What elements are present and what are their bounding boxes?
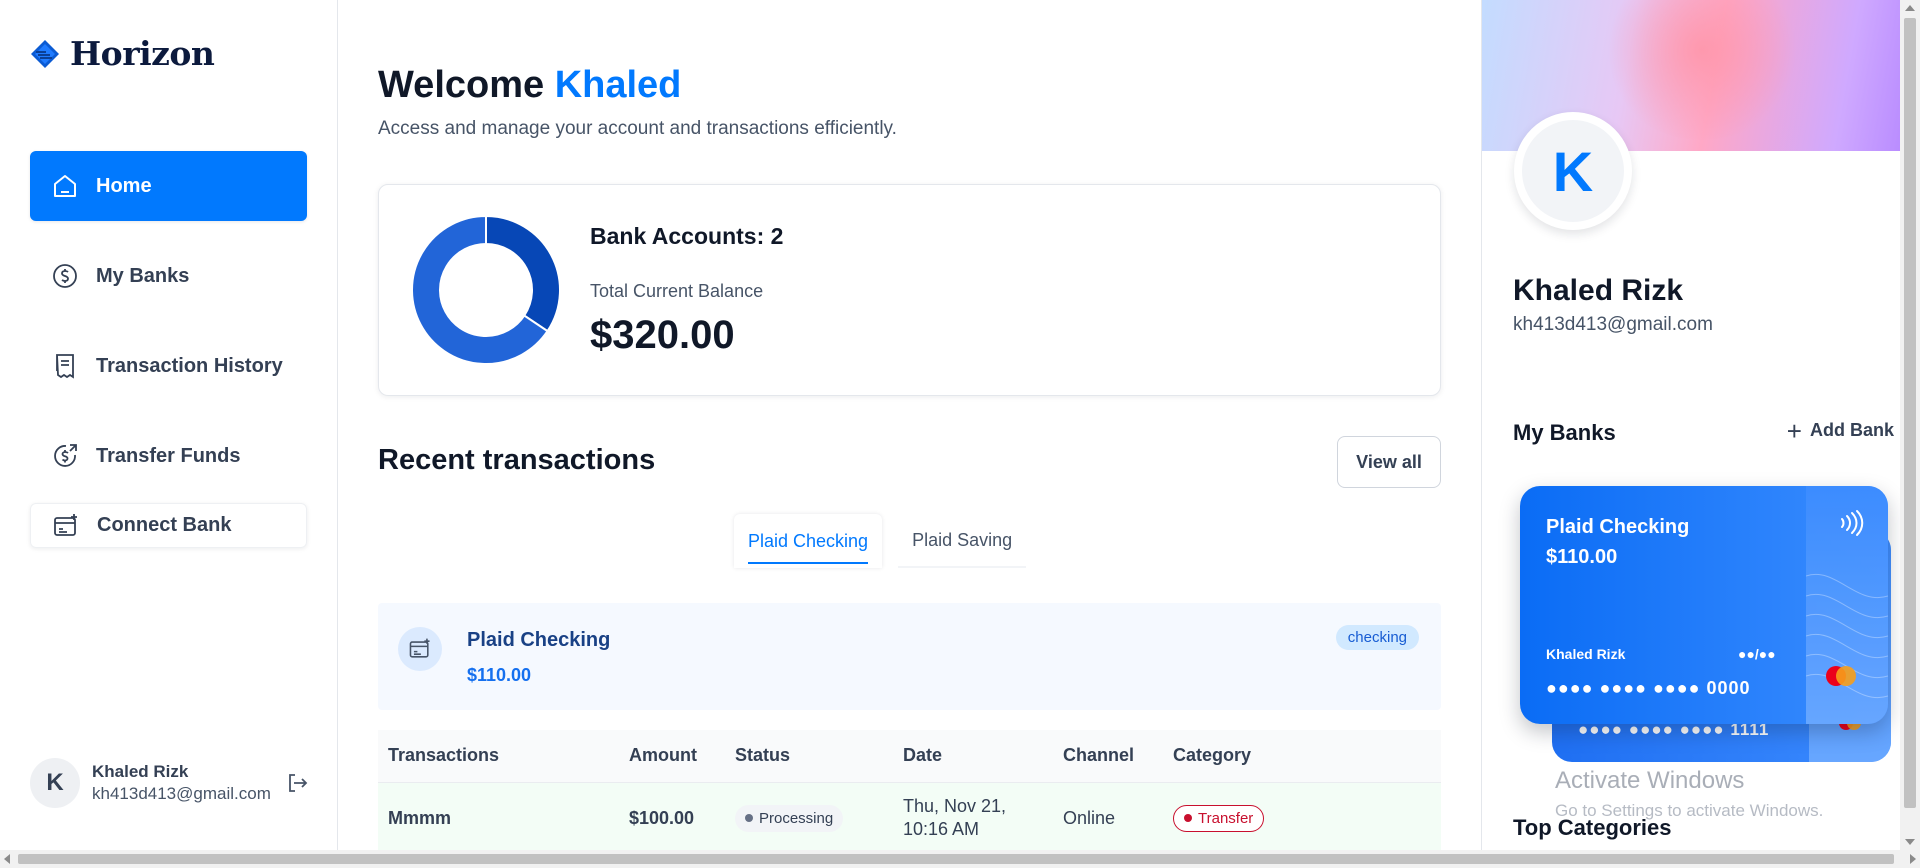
- banner-glow: [1602, 0, 1802, 140]
- tab-plaid-saving[interactable]: Plaid Saving: [898, 514, 1027, 568]
- logo[interactable]: Horizon: [30, 34, 215, 73]
- profile-email: kh413d413@gmail.com: [1513, 314, 1713, 335]
- home-icon: [54, 175, 76, 197]
- card-expiry: ●●/●●: [1738, 646, 1776, 662]
- donut-slice: [485, 215, 561, 333]
- horizon-logo-icon: [31, 39, 59, 68]
- card-number: ●●●● ●●●● ●●●● 0000: [1546, 678, 1751, 698]
- account-balance: $110.00: [467, 665, 532, 685]
- welcome-user-name: Khaled: [554, 64, 682, 106]
- user-name: Khaled Rizk: [92, 762, 189, 781]
- scrollbar-thumb[interactable]: [1904, 18, 1916, 808]
- my-banks-title: My Banks: [1513, 420, 1616, 445]
- column-header: Category: [1163, 730, 1441, 783]
- transaction-status-cell: Processing: [725, 782, 893, 855]
- transaction-date: Thu, Nov 21, 10:16 AM: [893, 782, 1053, 855]
- recent-transactions-title: Recent transactions: [378, 444, 656, 476]
- tab-plaid-checking[interactable]: Plaid Checking: [734, 514, 883, 568]
- table-header-row: Transactions Amount Status Date Channel …: [378, 730, 1441, 783]
- category-text: Transfer: [1198, 809, 1254, 827]
- total-balance-card: Bank Accounts: 2 Total Current Balance $…: [378, 184, 1441, 396]
- mastercard-icon: [1826, 666, 1856, 686]
- welcome-text: Welcome: [378, 64, 545, 106]
- sidebar-item-transaction-history[interactable]: Transaction History: [30, 331, 307, 401]
- transactions-table: Transactions Amount Status Date Channel …: [378, 730, 1441, 855]
- page-title: Welcome Khaled: [378, 64, 681, 107]
- sidebar-item-transfer-funds[interactable]: Transfer Funds: [30, 421, 307, 491]
- view-all-button[interactable]: View all: [1337, 436, 1441, 488]
- column-header: Amount: [619, 730, 725, 783]
- horizontal-scrollbar[interactable]: [0, 850, 1920, 868]
- column-header: Channel: [1053, 730, 1163, 783]
- scrollbar-thumb[interactable]: [18, 854, 1894, 864]
- total-balance-amount: $320.00: [590, 313, 735, 357]
- account-type-badge: checking: [1335, 625, 1419, 650]
- sidebar-item-label: My Banks: [96, 264, 190, 287]
- add-bank-button[interactable]: + Add Bank: [1786, 415, 1894, 446]
- scroll-up-icon[interactable]: [1905, 5, 1915, 11]
- card-bank-name: Plaid Checking: [1546, 516, 1690, 538]
- total-balance-label: Total Current Balance: [590, 281, 764, 301]
- bank-card-primary[interactable]: Plaid Checking $110.00 Khaled Rizk ●●/●●…: [1520, 486, 1888, 724]
- account-name: Plaid Checking: [467, 629, 611, 651]
- right-sidebar: K Khaled Rizk kh413d413@gmail.com My Ban…: [1481, 0, 1900, 850]
- user-email: kh413d413@gmail.com: [92, 784, 271, 803]
- transaction-channel: Online: [1053, 782, 1163, 855]
- dollar-circle-icon: [53, 264, 77, 288]
- connect-bank-icon: [409, 638, 430, 658]
- status-dot-icon: [745, 814, 753, 822]
- sidebar-item-label: Connect Bank: [97, 514, 232, 536]
- date-line: Thu, Nov 21,: [903, 795, 1007, 816]
- transaction-amount: $100.00: [619, 782, 725, 855]
- card-balance: $110.00: [1546, 546, 1618, 568]
- page-subtitle: Access and manage your account and trans…: [378, 118, 897, 139]
- bank-tabs: Plaid Checking Plaid Saving: [734, 514, 1027, 568]
- sidebar-item-label: Transaction History: [96, 354, 283, 377]
- contactless-icon: [1841, 510, 1864, 536]
- sidebar-item-home[interactable]: Home: [30, 151, 307, 221]
- avatar[interactable]: K: [30, 758, 80, 808]
- logo-text: Horizon: [70, 34, 215, 73]
- category-dot-icon: [1184, 814, 1192, 822]
- column-header: Status: [725, 730, 893, 783]
- status-badge: Processing: [735, 804, 844, 832]
- sidebar-item-label: Home: [96, 174, 152, 197]
- sidebar-item-label: Transfer Funds: [96, 444, 241, 467]
- account-icon-wrap: [398, 627, 442, 671]
- column-header: Transactions: [378, 730, 619, 783]
- table-row[interactable]: Mmmm $100.00 Processing Thu, Nov 21, 10:…: [378, 782, 1441, 855]
- top-categories-title: Top Categories: [1513, 815, 1672, 840]
- vertical-scrollbar[interactable]: [1900, 0, 1920, 850]
- add-bank-label: Add Bank: [1809, 420, 1894, 440]
- transaction-name: Mmmm: [378, 782, 619, 855]
- scroll-down-icon[interactable]: [1905, 839, 1915, 845]
- selected-account-info: Plaid Checking $110.00 checking: [378, 603, 1441, 710]
- left-sidebar: Horizon Home My Banks Transaction Histor…: [0, 0, 338, 850]
- receipt-icon: [56, 354, 74, 379]
- scroll-left-icon[interactable]: [4, 854, 10, 864]
- scroll-right-icon[interactable]: [1910, 854, 1916, 864]
- category-badge: Transfer: [1173, 804, 1265, 832]
- status-text: Processing: [759, 809, 834, 827]
- plus-icon: +: [1786, 415, 1802, 446]
- time-line: 10:16 AM: [903, 819, 980, 839]
- money-send-icon: [54, 444, 77, 467]
- sidebar-item-connect-bank[interactable]: Connect Bank: [30, 503, 307, 548]
- card-holder-name: Khaled Rizk: [1546, 646, 1626, 662]
- profile-avatar[interactable]: K: [1514, 112, 1632, 230]
- column-header: Date: [893, 730, 1053, 783]
- profile-name: Khaled Rizk: [1513, 274, 1684, 307]
- connect-bank-icon: [54, 513, 77, 536]
- sidebar-user-profile: K Khaled Rizk kh413d413@gmail.com: [30, 758, 310, 808]
- bank-accounts-count: Bank Accounts: 2: [590, 223, 784, 249]
- transaction-category-cell: Transfer: [1163, 782, 1441, 855]
- balance-donut-chart: [411, 215, 561, 365]
- sidebar-item-my-banks[interactable]: My Banks: [30, 241, 307, 311]
- sidebar-nav: Home My Banks Transaction History Transf…: [30, 151, 307, 568]
- activate-windows-title: Activate Windows: [1555, 767, 1745, 794]
- logout-icon[interactable]: [284, 770, 310, 796]
